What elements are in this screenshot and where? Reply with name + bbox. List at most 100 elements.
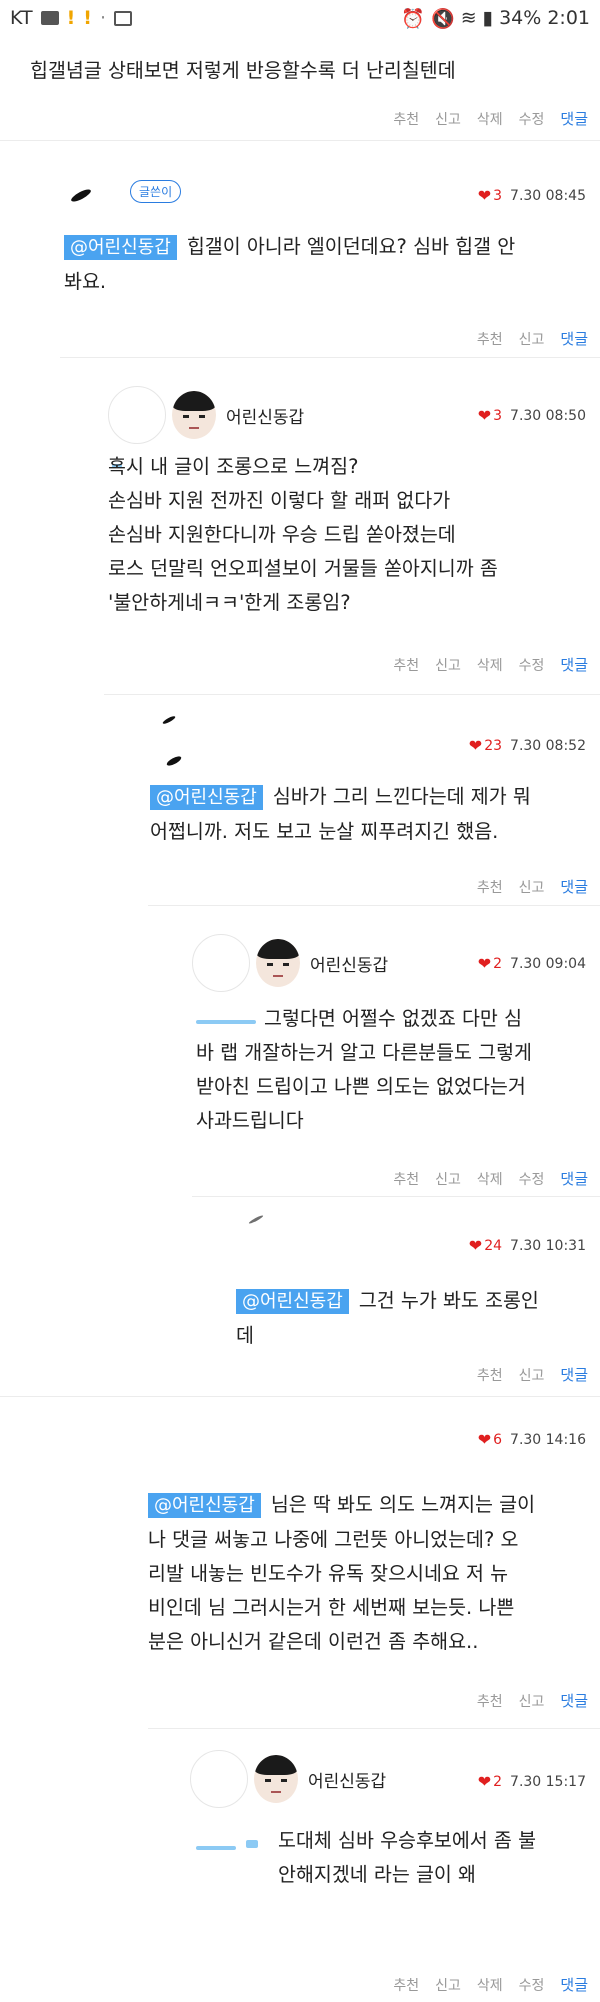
report-button[interactable]: 신고 bbox=[519, 1691, 545, 1711]
nickname[interactable]: 어린신동갑 bbox=[310, 951, 388, 976]
edit-button[interactable]: 수정 bbox=[519, 1169, 545, 1189]
comment-meta: ❤ 6 7.30 14:16 bbox=[478, 1430, 586, 1449]
avatar bbox=[64, 162, 122, 220]
status-bar: KT ! ! · ⏰ 🔇 ≋ ▮ 34% 2:01 bbox=[0, 0, 600, 36]
report-button[interactable]: 신고 bbox=[435, 1169, 461, 1189]
comment-time: 7.30 10:31 bbox=[510, 1237, 586, 1254]
folder-icon bbox=[40, 11, 59, 25]
carrier-label: KT bbox=[10, 7, 33, 29]
redaction-mark bbox=[196, 1846, 236, 1850]
comment-time: 7.30 08:45 bbox=[510, 187, 586, 204]
delete-button[interactable]: 삭제 bbox=[477, 1975, 503, 1995]
heart-icon: ❤ bbox=[477, 954, 492, 973]
like-count: 2 bbox=[493, 955, 503, 972]
dot-icon: · bbox=[99, 7, 106, 29]
comment-meta: ❤ 24 7.30 10:31 bbox=[469, 1236, 586, 1255]
mute-icon: 🔇 bbox=[431, 7, 455, 30]
mention-tag[interactable]: @어린신동갑 bbox=[150, 785, 263, 810]
profile-image bbox=[256, 939, 300, 987]
profile-image bbox=[254, 1755, 298, 1803]
comment-text: 혹시 내 글이 조롱으로 느껴짐? 손심바 지원 전까진 이렇다 할 래퍼 없다… bbox=[108, 455, 498, 614]
reply-button[interactable]: 댓글 bbox=[560, 328, 588, 349]
comment-actions: 추천 신고 삭제 수정 댓글 bbox=[393, 1974, 588, 1995]
comment-item: 어린신동갑 ❤ 2 7.30 15:17 도대체 심바 우승후보에서 좀 불 안… bbox=[0, 1734, 600, 2002]
edit-button[interactable]: 수정 bbox=[519, 1975, 545, 1995]
reply-button[interactable]: 댓글 bbox=[560, 876, 588, 897]
heart-icon: ❤ bbox=[477, 1430, 492, 1449]
comment-actions: 추천 신고 댓글 bbox=[477, 1364, 588, 1385]
reply-button[interactable]: 댓글 bbox=[560, 1168, 588, 1189]
alert-icon: ! bbox=[66, 7, 76, 29]
comment-meta: ❤ 2 7.30 15:17 bbox=[478, 1772, 586, 1791]
reply-button[interactable]: 댓글 bbox=[560, 1364, 588, 1385]
comment-item: 힙갤념글 상태보면 저렇게 반응할수록 더 난리칠텐데 추천 신고 삭제 수정 … bbox=[0, 36, 600, 136]
comment-text: 도대체 심바 우승후보에서 좀 불 안해지겠네 라는 글이 왜 bbox=[278, 1829, 537, 1886]
divider bbox=[60, 357, 600, 358]
avatar bbox=[108, 386, 166, 444]
mention-tag[interactable]: @어린신동갑 bbox=[148, 1493, 261, 1518]
comment-item: ❤ 24 7.30 10:31 @어린신동갑 그건 누가 봐도 조롱인 데 추천 … bbox=[0, 1200, 600, 1390]
nickname[interactable]: 어린신동갑 bbox=[226, 403, 304, 428]
delete-button[interactable]: 삭제 bbox=[477, 1169, 503, 1189]
avatar bbox=[236, 1214, 294, 1272]
time-label: 2:01 bbox=[547, 7, 590, 29]
comment-text: 그렇다면 어쩔수 없겠죠 다만 심 바 랩 개잘하는거 알고 다른분들도 그렇게… bbox=[196, 1007, 532, 1132]
recommend-button[interactable]: 추천 bbox=[393, 1975, 419, 1995]
comment-item: 글쓴이 ❤ 3 7.30 08:45 @어린신동갑 힙갤이 아니라 엘이던데요? … bbox=[0, 148, 600, 354]
recommend-button[interactable]: 추천 bbox=[393, 655, 419, 675]
comment-item: 어린신동갑 ❤ 3 7.30 08:50 혹시 내 글이 조롱으로 느껴짐? 손… bbox=[0, 362, 600, 692]
comment-meta: ❤ 3 7.30 08:45 bbox=[478, 186, 586, 205]
divider bbox=[192, 1196, 600, 1197]
heart-icon: ❤ bbox=[477, 406, 492, 425]
comment-actions: 추천 신고 댓글 bbox=[477, 328, 588, 349]
heart-icon: ❤ bbox=[477, 1772, 492, 1791]
heart-icon: ❤ bbox=[477, 186, 492, 205]
comment-item: 어린신동갑 ❤ 2 7.30 09:04 그렇다면 어쩔수 없겠죠 다만 심 바… bbox=[0, 910, 600, 1190]
mention-tag[interactable]: @어린신동갑 bbox=[64, 235, 177, 260]
delete-button[interactable]: 삭제 bbox=[477, 655, 503, 675]
report-button[interactable]: 신고 bbox=[519, 877, 545, 897]
comment-time: 7.30 09:04 bbox=[510, 955, 586, 972]
like-count: 24 bbox=[484, 1237, 503, 1254]
report-button[interactable]: 신고 bbox=[435, 655, 461, 675]
image-icon bbox=[113, 10, 132, 26]
comment-actions: 추천 신고 삭제 수정 댓글 bbox=[393, 108, 588, 129]
report-button[interactable]: 신고 bbox=[435, 109, 461, 129]
writer-badge: 글쓴이 bbox=[130, 179, 182, 203]
reply-button[interactable]: 댓글 bbox=[560, 1690, 588, 1711]
mention-tag[interactable]: @어린신동갑 bbox=[236, 1289, 349, 1314]
battery-label: 34% bbox=[499, 7, 542, 29]
avatar bbox=[192, 934, 250, 992]
report-button[interactable]: 신고 bbox=[519, 1365, 545, 1385]
recommend-button[interactable]: 추천 bbox=[477, 1691, 503, 1711]
wifi-icon: ≋ bbox=[460, 7, 477, 29]
edit-button[interactable]: 수정 bbox=[519, 655, 545, 675]
report-button[interactable]: 신고 bbox=[519, 329, 545, 349]
edit-button[interactable]: 수정 bbox=[519, 109, 545, 129]
reply-button[interactable]: 댓글 bbox=[560, 108, 588, 129]
recommend-button[interactable]: 추천 bbox=[477, 877, 503, 897]
signal-icon: ▮ bbox=[482, 7, 494, 29]
nickname[interactable]: 어린신동갑 bbox=[308, 1767, 386, 1792]
heart-icon: ❤ bbox=[468, 736, 483, 755]
reply-button[interactable]: 댓글 bbox=[560, 1974, 588, 1995]
comment-item: ❤ 23 7.30 08:52 @어린신동갑 심바가 그리 느낀다는데 제가 뭐 … bbox=[0, 700, 600, 900]
comment-meta: ❤ 23 7.30 08:52 bbox=[469, 736, 586, 755]
comment-actions: 추천 신고 삭제 수정 댓글 bbox=[393, 1168, 588, 1189]
comment-text: 힙갤념글 상태보면 저렇게 반응할수록 더 난리칠텐데 bbox=[30, 59, 456, 82]
reply-button[interactable]: 댓글 bbox=[560, 654, 588, 675]
divider bbox=[0, 140, 600, 141]
recommend-button[interactable]: 추천 bbox=[477, 1365, 503, 1385]
delete-button[interactable]: 삭제 bbox=[477, 109, 503, 129]
recommend-button[interactable]: 추천 bbox=[477, 329, 503, 349]
comment-meta: ❤ 2 7.30 09:04 bbox=[478, 954, 586, 973]
avatar bbox=[190, 1750, 248, 1808]
alert-icon: ! bbox=[83, 7, 92, 29]
recommend-button[interactable]: 추천 bbox=[393, 1169, 419, 1189]
comment-body: @어린신동갑 그건 누가 봐도 조롱인 데 bbox=[236, 1284, 539, 1353]
report-button[interactable]: 신고 bbox=[435, 1975, 461, 1995]
heart-icon: ❤ bbox=[468, 1236, 483, 1255]
comment-meta: ❤ 3 7.30 08:50 bbox=[478, 406, 586, 425]
recommend-button[interactable]: 추천 bbox=[393, 109, 419, 129]
profile-image bbox=[172, 391, 216, 439]
